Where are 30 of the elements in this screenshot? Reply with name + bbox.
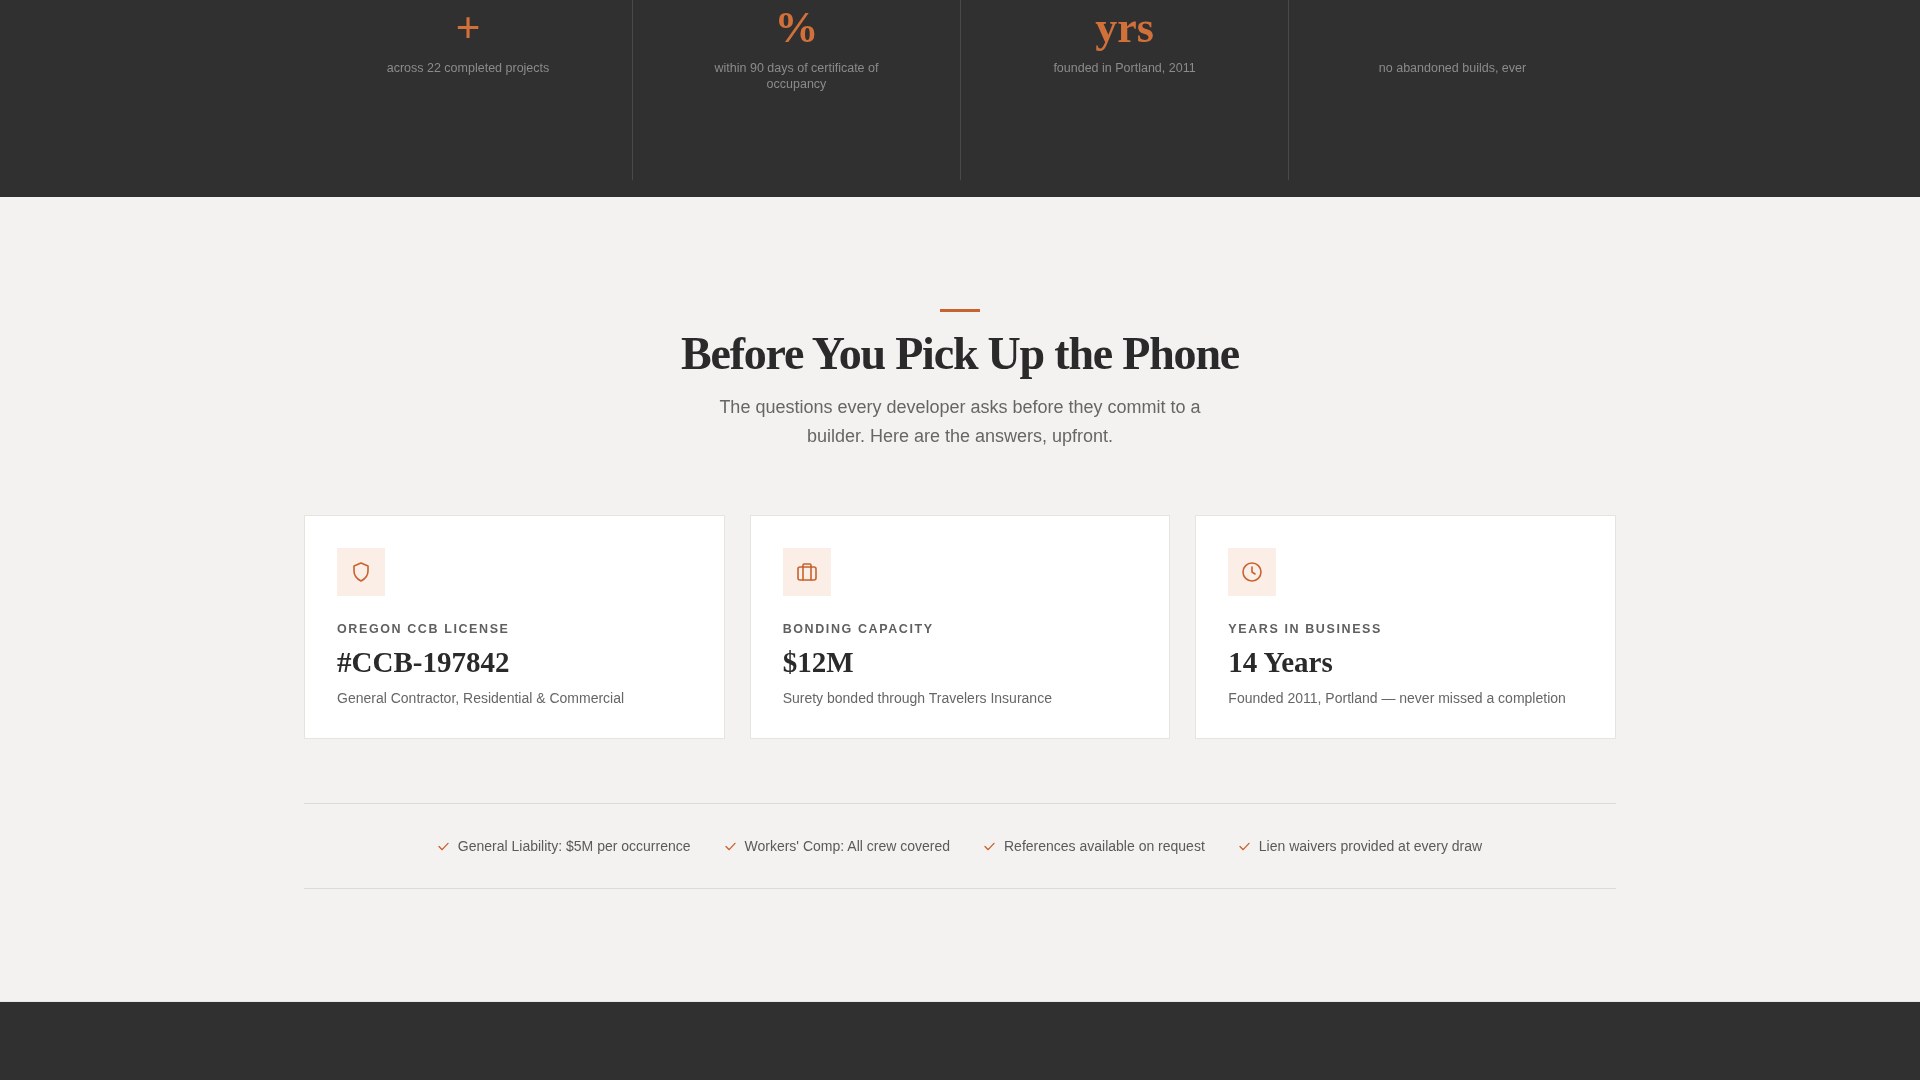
section-heading: Before You Pick Up the Phone <box>681 327 1239 381</box>
card-label: OREGON CCB LICENSE <box>337 621 510 637</box>
card-description: Surety bonded through Travelers Insurance <box>782 689 1052 708</box>
card-value: $12M <box>782 645 854 680</box>
stat-value: % <box>774 2 819 54</box>
assurance-text: Lien waivers provided at every draw <box>1258 837 1483 856</box>
clock-icon <box>1228 548 1277 596</box>
card-value: #CCB-197842 <box>337 645 510 680</box>
accent-line <box>940 309 980 312</box>
stat-caption: within 90 days of certificate of occupancy <box>713 60 880 92</box>
stat-caption: across 22 completed projects <box>386 60 550 76</box>
check-icon <box>984 841 995 851</box>
card-label: BONDING CAPACITY <box>782 621 934 637</box>
card-description: General Contractor, Residential & Commercial <box>337 689 625 708</box>
section-subtitle: The questions every developer asks before they commit to a builder. Here are the answers, upfront. <box>718 396 1202 448</box>
shield-icon <box>337 548 385 596</box>
briefcase-icon <box>782 548 831 596</box>
check-icon <box>437 841 449 851</box>
stat-caption: founded in Portland, 2011 <box>1053 60 1196 76</box>
card-value: 14 Years <box>1228 645 1333 680</box>
assurance-text: References available on request <box>1004 837 1205 856</box>
stat-value: yrs <box>1095 2 1154 54</box>
assurance-text: Workers' Comp: All crew covered <box>744 837 950 856</box>
stat-value: + <box>455 2 481 54</box>
card-label: YEARS IN BUSINESS <box>1228 621 1382 637</box>
card-description: Founded 2011, Portland — never missed a completion <box>1228 689 1566 708</box>
check-icon <box>724 841 736 851</box>
stat-caption: no abandoned builds, ever <box>1378 60 1527 76</box>
check-icon <box>1238 841 1250 851</box>
assurance-text: General Liability: $5M per occurrence <box>457 837 691 856</box>
